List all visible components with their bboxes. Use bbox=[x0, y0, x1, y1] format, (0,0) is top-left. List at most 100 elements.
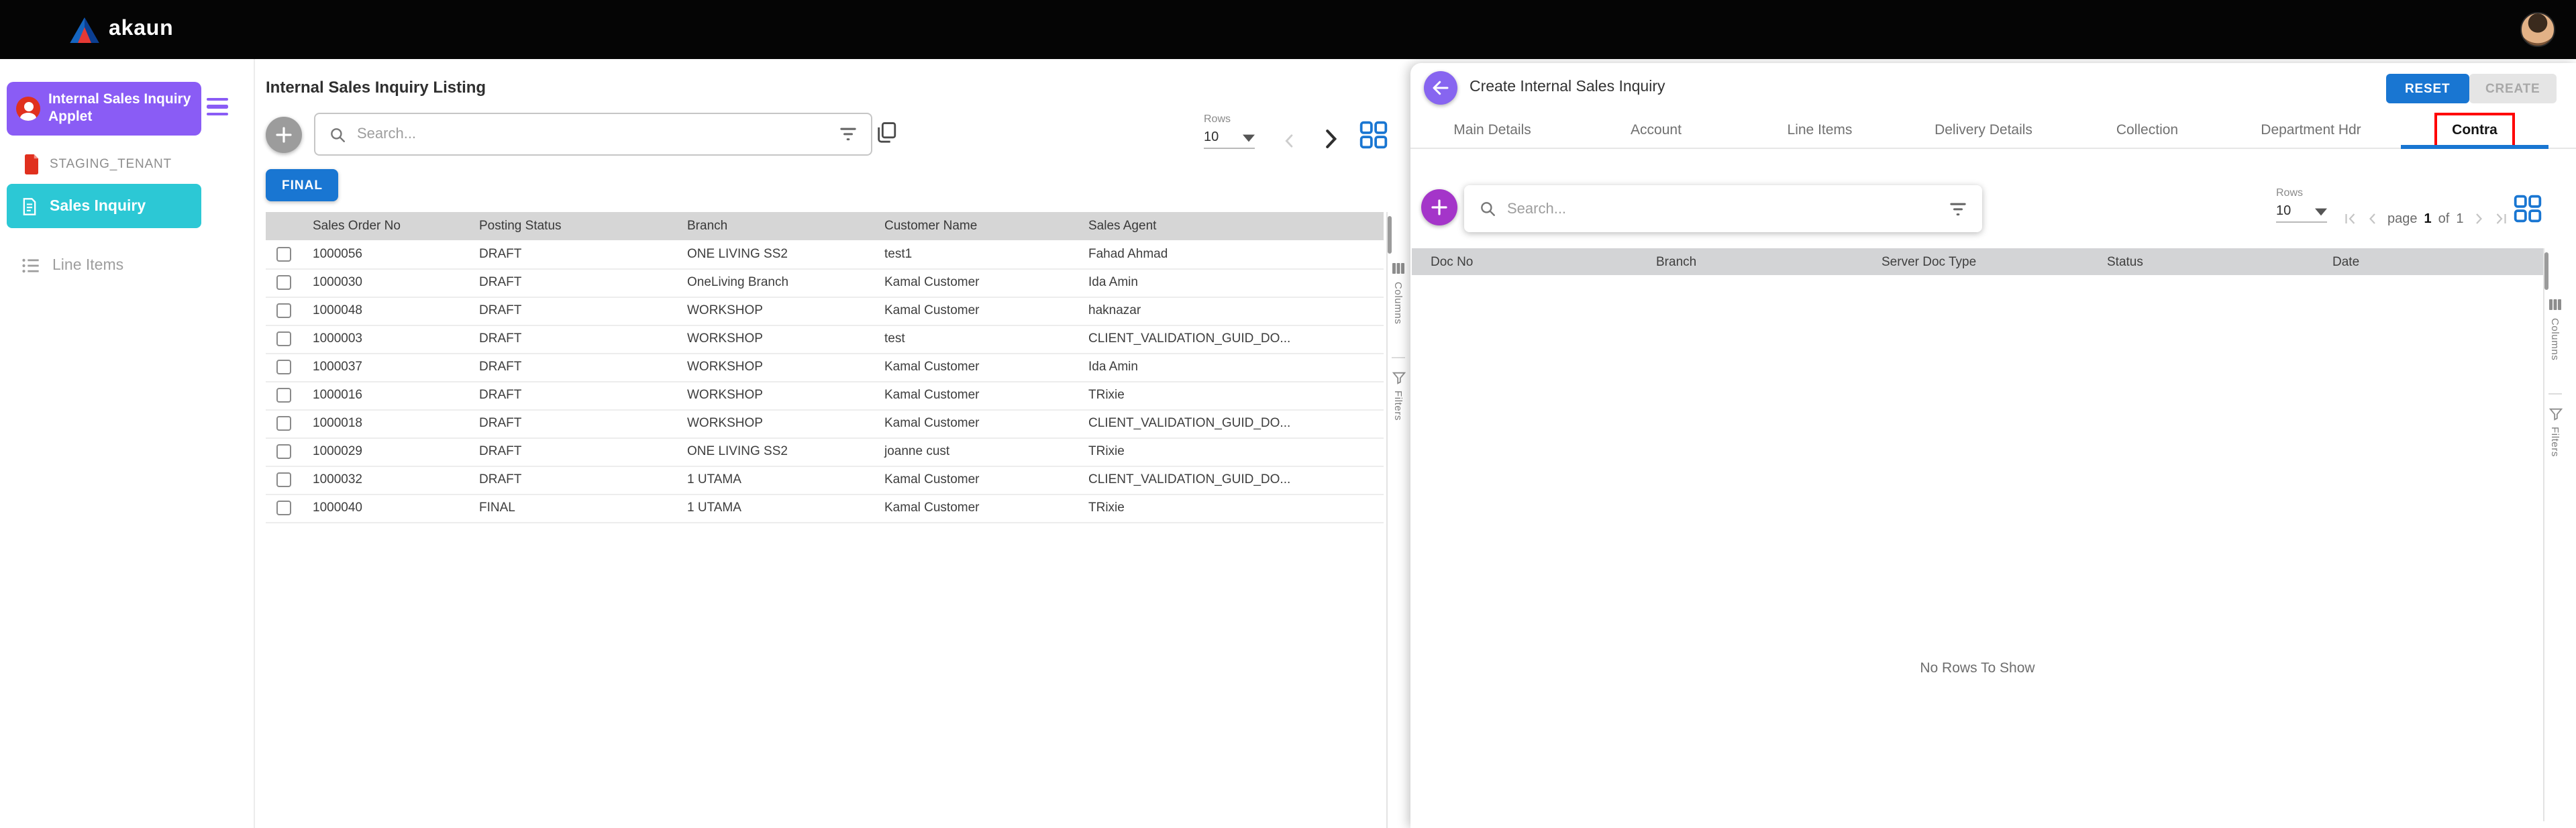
cell-customer-name: Kamal Customer bbox=[874, 268, 1078, 297]
row-checkbox[interactable] bbox=[276, 303, 291, 318]
table-row[interactable]: 1000048 DRAFT WORKSHOP Kamal Customer ha… bbox=[266, 297, 1384, 325]
column-header[interactable]: Posting Status bbox=[468, 212, 676, 240]
back-button[interactable] bbox=[1424, 71, 1457, 105]
tenant-row[interactable]: STAGING_TENANT bbox=[23, 154, 172, 174]
next-page-button[interactable] bbox=[1318, 126, 1343, 152]
tab-collection[interactable]: Collection bbox=[2065, 111, 2229, 148]
prev-page-button[interactable] bbox=[1280, 132, 1299, 150]
row-checkbox[interactable] bbox=[276, 444, 291, 459]
cell-customer-name: joanne cust bbox=[874, 437, 1078, 466]
row-checkbox[interactable] bbox=[276, 500, 291, 515]
rows-per-page-select[interactable]: 10 bbox=[1204, 130, 1255, 149]
cell-posting-status: DRAFT bbox=[468, 409, 676, 438]
last-page-button[interactable] bbox=[2493, 211, 2509, 227]
grid-view-icon[interactable] bbox=[1357, 118, 1390, 152]
table-row[interactable]: 1000003 DRAFT WORKSHOP test CLIENT_VALID… bbox=[266, 325, 1384, 354]
next-page-button[interactable] bbox=[2470, 211, 2486, 227]
divider bbox=[1392, 357, 1405, 358]
row-checkbox[interactable] bbox=[276, 331, 291, 346]
sidebar-item-line-items[interactable]: Line Items bbox=[7, 243, 201, 287]
column-header[interactable]: Doc No bbox=[1412, 254, 1637, 269]
cell-branch: OneLiving Branch bbox=[676, 268, 874, 297]
table-row[interactable]: 1000032 DRAFT 1 UTAMA Kamal Customer CLI… bbox=[266, 466, 1384, 495]
search-input[interactable] bbox=[357, 126, 828, 142]
table-row[interactable]: 1000030 DRAFT OneLiving Branch Kamal Cus… bbox=[266, 268, 1384, 297]
cell-posting-status: DRAFT bbox=[468, 240, 676, 269]
copy-icon[interactable] bbox=[875, 121, 898, 144]
rows-label: Rows bbox=[1204, 113, 1231, 125]
tab-account[interactable]: Account bbox=[1574, 111, 1738, 148]
filter-icon[interactable] bbox=[1949, 201, 1967, 217]
back-icon bbox=[1433, 81, 1449, 95]
search-icon bbox=[331, 127, 345, 142]
cell-sales-order-no: 1000056 bbox=[302, 240, 468, 269]
column-header[interactable]: Sales Order No bbox=[302, 212, 468, 240]
reset-button[interactable]: RESET bbox=[2386, 74, 2469, 103]
row-checkbox[interactable] bbox=[276, 387, 291, 403]
column-header[interactable]: Branch bbox=[676, 212, 874, 240]
create-button[interactable]: CREATE bbox=[2469, 74, 2557, 103]
column-header[interactable]: Customer Name bbox=[874, 212, 1078, 240]
rows-per-page-select[interactable]: 10 bbox=[2276, 204, 2327, 223]
status-filter-button[interactable]: FINAL bbox=[266, 169, 339, 201]
cell-customer-name: Kamal Customer bbox=[874, 353, 1078, 382]
row-checkbox[interactable] bbox=[276, 415, 291, 431]
cell-sales-agent: CLIENT_VALIDATION_GUID_DO... bbox=[1078, 409, 1384, 438]
user-avatar[interactable] bbox=[2520, 12, 2555, 47]
table-row[interactable]: 1000018 DRAFT WORKSHOP Kamal Customer CL… bbox=[266, 409, 1384, 438]
add-contra-button[interactable] bbox=[1421, 189, 1457, 225]
table-row[interactable]: 1000056 DRAFT ONE LIVING SS2 test1 Fahad… bbox=[266, 240, 1384, 269]
listing-panel: Internal Sales Inquiry Listing Rows 10 bbox=[256, 59, 1409, 828]
add-record-button[interactable] bbox=[266, 117, 302, 153]
cell-sales-agent: haknazar bbox=[1078, 297, 1384, 325]
sidebar-applet-card[interactable]: Internal Sales Inquiry Applet bbox=[7, 82, 201, 136]
cell-sales-agent: TRixie bbox=[1078, 494, 1384, 523]
row-checkbox[interactable] bbox=[276, 246, 291, 262]
divider bbox=[2548, 393, 2562, 395]
row-checkbox[interactable] bbox=[276, 359, 291, 374]
scrollbar-thumb[interactable] bbox=[2544, 252, 2548, 290]
side-tab-columns[interactable]: Columns bbox=[1388, 260, 1409, 324]
cell-branch: WORKSHOP bbox=[676, 381, 874, 410]
sidebar-collapse-icon[interactable] bbox=[207, 98, 234, 119]
side-tab-filters[interactable]: Filters bbox=[2544, 407, 2566, 457]
cell-posting-status: DRAFT bbox=[468, 325, 676, 354]
grid-view-icon[interactable] bbox=[2511, 192, 2544, 225]
cell-customer-name: Kamal Customer bbox=[874, 466, 1078, 495]
table-row[interactable]: 1000037 DRAFT WORKSHOP Kamal Customer Id… bbox=[266, 353, 1384, 382]
row-checkbox[interactable] bbox=[276, 274, 291, 290]
topbar: akaun bbox=[0, 0, 2576, 59]
prev-page-button[interactable] bbox=[2365, 211, 2381, 227]
tab-line-items[interactable]: Line Items bbox=[1738, 111, 1902, 148]
first-page-button[interactable] bbox=[2342, 211, 2358, 227]
brand-logo[interactable]: akaun bbox=[70, 17, 174, 42]
side-tab-columns[interactable]: Columns bbox=[2544, 297, 2566, 360]
row-checkbox[interactable] bbox=[276, 472, 291, 487]
empty-state-message: No Rows To Show bbox=[1920, 660, 2035, 676]
cell-customer-name: Kamal Customer bbox=[874, 297, 1078, 325]
table-row[interactable]: 1000040 FINAL 1 UTAMA Kamal Customer TRi… bbox=[266, 494, 1384, 523]
cell-branch: WORKSHOP bbox=[676, 409, 874, 438]
applet-label: Internal Sales Inquiry Applet bbox=[48, 91, 191, 125]
column-header[interactable]: Server Doc Type bbox=[1863, 254, 2088, 269]
tab-department-hdr[interactable]: Department Hdr bbox=[2229, 111, 2393, 148]
tab-main-details[interactable]: Main Details bbox=[1410, 111, 1574, 148]
annotation-highlight: Contra bbox=[2434, 112, 2515, 147]
filter-icon[interactable] bbox=[839, 126, 858, 142]
search-input[interactable] bbox=[1507, 201, 1938, 217]
table-row[interactable]: 1000016 DRAFT WORKSHOP Kamal Customer TR… bbox=[266, 381, 1384, 410]
current-page: 1 bbox=[2424, 211, 2432, 226]
tab-delivery-details[interactable]: Delivery Details bbox=[1902, 111, 2065, 148]
cell-posting-status: DRAFT bbox=[468, 297, 676, 325]
column-header[interactable]: Branch bbox=[1637, 254, 1863, 269]
scrollbar-thumb[interactable] bbox=[1388, 216, 1392, 254]
document-icon bbox=[23, 197, 36, 215]
column-header[interactable]: Sales Agent bbox=[1078, 212, 1384, 240]
table-row[interactable]: 1000029 DRAFT ONE LIVING SS2 joanne cust… bbox=[266, 437, 1384, 466]
tab-contra[interactable]: Contra bbox=[2393, 111, 2557, 149]
side-tab-filters[interactable]: Filters bbox=[1388, 370, 1409, 421]
sidebar-item-sales-inquiry[interactable]: Sales Inquiry bbox=[7, 184, 201, 228]
column-header[interactable]: Status bbox=[2088, 254, 2314, 269]
column-header[interactable]: Date bbox=[2314, 254, 2539, 269]
cell-sales-agent: Ida Amin bbox=[1078, 268, 1384, 297]
